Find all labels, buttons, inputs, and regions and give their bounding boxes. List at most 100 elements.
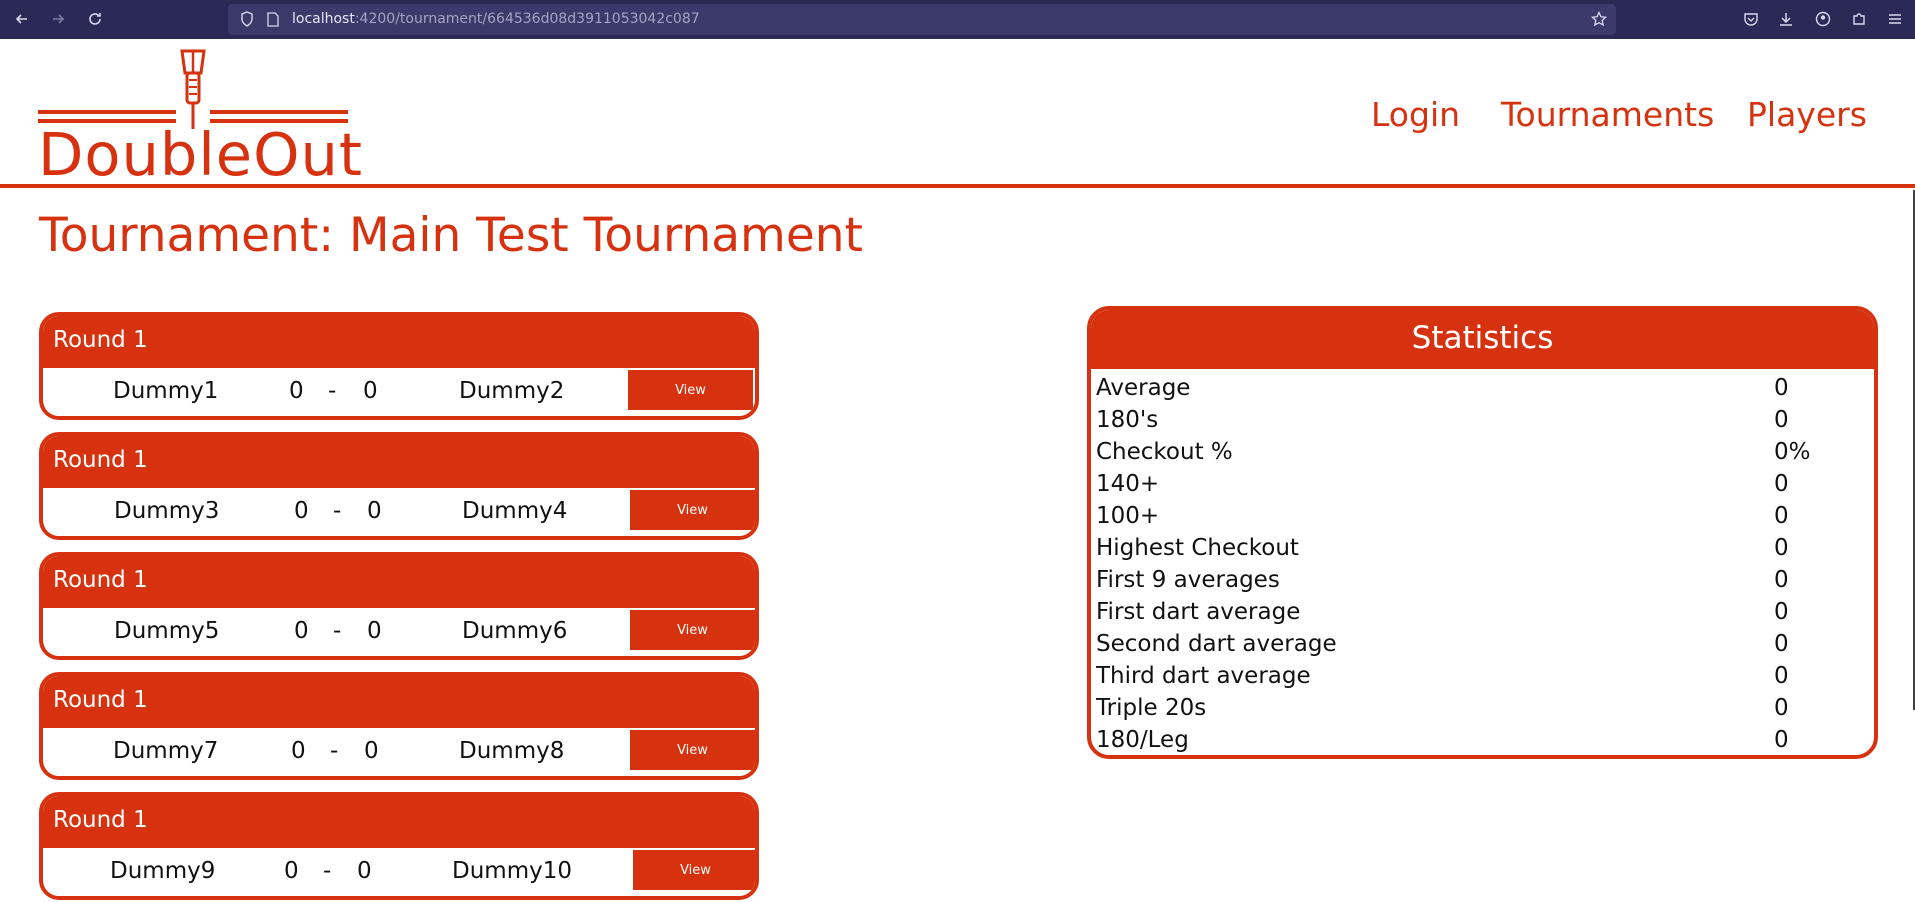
score-one: 0 (284, 858, 299, 884)
stat-value: 0 (1774, 727, 1789, 753)
round-label: Round 1 (43, 436, 755, 488)
shield-icon[interactable] (236, 8, 258, 30)
stat-value: 0 (1774, 567, 1789, 593)
stat-value: 0 (1774, 599, 1789, 625)
stat-row: 100+ 0 (1091, 503, 1874, 535)
stat-value: 0 (1774, 407, 1789, 433)
stat-value: 0% (1774, 439, 1811, 465)
score-two: 0 (357, 858, 372, 884)
stat-label: Highest Checkout (1096, 535, 1299, 561)
stat-row: Checkout % 0% (1091, 439, 1874, 471)
stat-label: Checkout % (1096, 439, 1233, 465)
stat-value: 0 (1774, 471, 1789, 497)
star-icon[interactable] (1588, 8, 1610, 30)
stat-label: First 9 averages (1096, 567, 1280, 593)
reload-icon[interactable] (84, 8, 106, 30)
player-two: Dummy2 (459, 378, 565, 404)
match-card: Round 1 Dummy3 0 - 0 Dummy4 View (39, 432, 759, 540)
stat-row: Average 0 (1091, 375, 1874, 407)
stat-row: First 9 averages 0 (1091, 567, 1874, 599)
view-button[interactable]: View (628, 370, 753, 410)
round-label: Round 1 (43, 316, 755, 368)
stat-value: 0 (1774, 631, 1789, 657)
score-one: 0 (291, 738, 306, 764)
view-button[interactable]: View (630, 730, 755, 770)
player-one: Dummy9 (110, 858, 216, 884)
stat-row: First dart average 0 (1091, 599, 1874, 631)
match-card: Round 1 Dummy1 0 - 0 Dummy2 View (39, 312, 759, 420)
logo[interactable]: DoubleOut (38, 49, 362, 184)
nav-login[interactable]: Login (1371, 95, 1460, 134)
stat-label: 180's (1096, 407, 1159, 433)
score-two: 0 (367, 498, 382, 524)
stat-row: Third dart average 0 (1091, 663, 1874, 695)
score-separator: - (333, 618, 342, 644)
player-two: Dummy10 (452, 858, 572, 884)
menu-icon[interactable] (1884, 8, 1906, 30)
score-separator: - (323, 858, 332, 884)
stat-row: 180's 0 (1091, 407, 1874, 439)
player-one: Dummy7 (113, 738, 219, 764)
browser-toolbar: localhost:4200/tournament/664536d08d3911… (0, 0, 1915, 39)
stat-label: First dart average (1096, 599, 1301, 625)
score-one: 0 (289, 378, 304, 404)
url-text[interactable]: localhost:4200/tournament/664536d08d3911… (292, 11, 700, 27)
forward-icon[interactable] (47, 8, 69, 30)
score-one: 0 (294, 498, 309, 524)
player-one: Dummy3 (114, 498, 220, 524)
account-icon[interactable] (1812, 8, 1834, 30)
round-label: Round 1 (43, 676, 755, 728)
page-title: Tournament: Main Test Tournament (39, 208, 863, 263)
statistics-title: Statistics (1091, 310, 1874, 369)
statistics-panel: Statistics Average 0 180's 0 Checkout % 0% … (1087, 306, 1878, 759)
stat-label: Third dart average (1096, 663, 1311, 689)
score-separator: - (328, 378, 337, 404)
stat-row: Highest Checkout 0 (1091, 535, 1874, 567)
pocket-icon[interactable] (1740, 8, 1762, 30)
match-card: Round 1 Dummy9 0 - 0 Dummy10 View (39, 792, 759, 900)
stat-label: Triple 20s (1096, 695, 1207, 721)
player-two: Dummy4 (462, 498, 568, 524)
stat-row: 180/Leg 0 (1091, 727, 1874, 755)
download-icon[interactable] (1775, 8, 1797, 30)
extensions-icon[interactable] (1848, 8, 1870, 30)
stat-value: 0 (1774, 503, 1789, 529)
stat-value: 0 (1774, 695, 1789, 721)
stat-row: Second dart average 0 (1091, 631, 1874, 663)
player-one: Dummy1 (113, 378, 219, 404)
back-icon[interactable] (11, 8, 33, 30)
site-header: DoubleOut Login Tournaments Players (0, 39, 1915, 188)
url-host: localhost (292, 11, 355, 27)
stat-label: 140+ (1096, 471, 1160, 497)
score-separator: - (333, 498, 342, 524)
stat-row: Triple 20s 0 (1091, 695, 1874, 727)
dart-icon (38, 49, 348, 129)
stat-value: 0 (1774, 535, 1789, 561)
player-two: Dummy6 (462, 618, 568, 644)
stat-label: Second dart average (1096, 631, 1337, 657)
view-button[interactable]: View (630, 490, 755, 530)
stat-label: 180/Leg (1096, 727, 1189, 753)
player-two: Dummy8 (459, 738, 565, 764)
score-separator: - (330, 738, 339, 764)
stat-label: 100+ (1096, 503, 1160, 529)
view-button[interactable]: View (633, 850, 755, 890)
round-label: Round 1 (43, 796, 755, 848)
view-button[interactable]: View (630, 610, 755, 650)
stat-value: 0 (1774, 375, 1789, 401)
stat-value: 0 (1774, 663, 1789, 689)
round-label: Round 1 (43, 556, 755, 608)
score-two: 0 (364, 738, 379, 764)
page-icon (262, 8, 284, 30)
nav-tournaments[interactable]: Tournaments (1501, 95, 1714, 134)
logo-text: DoubleOut (38, 120, 364, 189)
address-bar[interactable]: localhost:4200/tournament/664536d08d3911… (228, 4, 1616, 35)
url-path: :4200/tournament/664536d08d3911053042c08… (354, 11, 700, 27)
match-card: Round 1 Dummy5 0 - 0 Dummy6 View (39, 552, 759, 660)
score-two: 0 (367, 618, 382, 644)
player-one: Dummy5 (114, 618, 220, 644)
nav-players[interactable]: Players (1747, 95, 1867, 134)
stat-label: Average (1096, 375, 1191, 401)
stat-row: 140+ 0 (1091, 471, 1874, 503)
score-two: 0 (363, 378, 378, 404)
